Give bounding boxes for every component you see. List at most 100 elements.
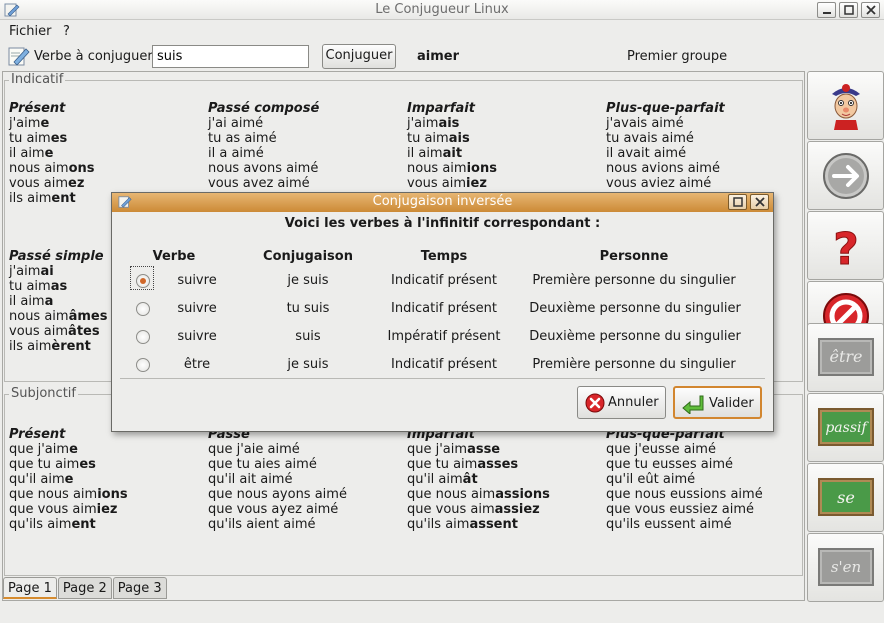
conj-line: nous aimâmes	[9, 309, 108, 324]
dialog-maximize-button[interactable]	[728, 194, 747, 210]
cancel-icon	[585, 393, 605, 413]
cell-personne: Deuxième personne du singulier	[529, 329, 741, 344]
conj-line: que tu eusses aimé	[606, 457, 734, 472]
column-header-personne: Personne	[599, 249, 669, 264]
dialog-close-button[interactable]	[750, 194, 769, 210]
etre-button[interactable]: être	[807, 323, 884, 392]
conj-line: vous aimâtes	[9, 324, 100, 339]
indicatif-imparfait: Imparfait j'aimais tu aimais il aimait n…	[407, 101, 497, 191]
cell-verbe: être	[183, 357, 211, 372]
conj-line: tu as aimé	[208, 131, 277, 146]
menu-fichier[interactable]: Fichier	[9, 24, 52, 39]
group-label: Premier groupe	[627, 49, 728, 64]
help-button[interactable]: ?	[807, 211, 884, 280]
chalkboard-passif-icon: passif	[818, 408, 874, 446]
dialog-title: Conjugaison inversée	[372, 194, 513, 209]
passif-button[interactable]: passif	[807, 393, 884, 462]
mascot-button[interactable]	[807, 71, 884, 140]
conj-line: nous aimions	[407, 161, 497, 176]
tense-title: Imparfait	[407, 101, 475, 116]
subjonctif-imparfait: Imparfait que j'aimasse que tu aimasses …	[407, 427, 550, 532]
conj-line: tu aimes	[9, 131, 68, 146]
tab-page-2[interactable]: Page 2	[57, 577, 112, 599]
cancel-button[interactable]: Annuler	[577, 386, 666, 419]
maximize-button[interactable]	[839, 2, 858, 18]
ok-button[interactable]: Valider	[673, 386, 762, 419]
cell-temps: Indicatif présent	[391, 301, 497, 316]
tense-title: Passé composé	[208, 101, 320, 116]
sen-button[interactable]: s'en	[807, 533, 884, 602]
tense-title: Présent	[9, 427, 66, 442]
conj-line: que j'aime	[9, 442, 78, 457]
tab-page-1[interactable]: Page 1	[3, 577, 57, 599]
row-radio-3[interactable]	[136, 330, 150, 344]
conj-line: que nous aimions	[9, 487, 128, 502]
tense-title: Présent	[9, 101, 66, 116]
conj-line: il aima	[9, 294, 54, 309]
conj-line: vous aimez	[9, 176, 85, 191]
conj-line: que tu aimes	[9, 457, 96, 472]
conj-line: qu'ils eussent aimé	[606, 517, 732, 532]
infinitive-label: aimer	[417, 49, 460, 64]
chalkboard-etre-icon: être	[818, 338, 874, 376]
cell-temps: Impératif présent	[387, 329, 501, 344]
enter-arrow-icon	[682, 395, 704, 414]
conj-line: qu'ils aient aimé	[208, 517, 316, 532]
conj-line: tu avais aimé	[606, 131, 694, 146]
conj-line: que nous ayons aimé	[208, 487, 347, 502]
subjonctif-title: Subjonctif	[9, 386, 78, 401]
conj-line: qu'il aimât	[407, 472, 478, 487]
menu-help[interactable]: ?	[63, 24, 70, 39]
verb-pen-icon	[8, 47, 30, 66]
conj-line: il aimait	[407, 146, 463, 161]
chalkboard-sen-icon: s'en	[818, 548, 874, 586]
mascot-icon	[832, 84, 860, 130]
conj-line: nous aimons	[9, 161, 95, 176]
indicatif-title: Indicatif	[9, 72, 66, 87]
conj-line: que vous aimiez	[9, 502, 118, 517]
conj-line: j'avais aimé	[606, 116, 684, 131]
minimize-button[interactable]	[817, 2, 836, 18]
window-titlebar[interactable]: Le Conjugueur Linux	[0, 0, 884, 20]
next-button[interactable]	[807, 141, 884, 210]
verb-input[interactable]	[152, 45, 309, 68]
indicatif-plus-que-parfait: Plus-que-parfait j'avais aimé tu avais a…	[606, 101, 725, 191]
minimize-icon	[823, 12, 831, 14]
conj-line: que j'eusse aimé	[606, 442, 716, 457]
tense-title: Passé simple	[9, 249, 104, 264]
ok-label: Valider	[709, 396, 754, 411]
subjonctif-passe: Passé que j'aie aimé que tu aies aimé qu…	[208, 427, 347, 532]
cell-temps: Indicatif présent	[391, 273, 497, 288]
conj-line: j'ai aimé	[208, 116, 264, 131]
conj-line: nous avons aimé	[208, 161, 319, 176]
chalk-label-se: se	[837, 488, 855, 507]
dialog-heading: Voici les verbes à l'infinitif correspon…	[284, 216, 601, 231]
conj-line: que vous aimassiez	[407, 502, 540, 517]
se-button[interactable]: se	[807, 463, 884, 532]
close-button[interactable]	[861, 2, 880, 18]
column-header-verbe: Verbe	[152, 249, 196, 264]
conj-line: que nous eussions aimé	[606, 487, 763, 502]
conj-line: que vous eussiez aimé	[606, 502, 755, 517]
conj-line: j'aimai	[9, 264, 54, 279]
arrow-right-icon	[823, 153, 869, 199]
subjonctif-plus-que-parfait: Plus-que-parfait que j'eusse aimé que tu…	[606, 427, 763, 532]
window-title: Le Conjugueur Linux	[375, 2, 509, 17]
reverse-conjugation-dialog: Conjugaison inversée Voici les verbes à …	[111, 192, 774, 432]
row-radio-4[interactable]	[136, 358, 150, 372]
cell-personne: Première personne du singulier	[532, 357, 736, 372]
conj-line: vous aimiez	[407, 176, 487, 191]
conjugate-button[interactable]: Conjuguer	[322, 44, 396, 69]
row-radio-1[interactable]	[136, 274, 150, 288]
conj-line: il a aimé	[208, 146, 264, 161]
subjonctif-present: Présent que j'aime que tu aimes qu'il ai…	[9, 427, 128, 532]
dialog-titlebar[interactable]: Conjugaison inversée	[112, 193, 773, 212]
conj-line: il avait aimé	[606, 146, 687, 161]
conj-line: tu aimais	[407, 131, 470, 146]
column-header-conjugaison: Conjugaison	[263, 249, 353, 264]
tab-page-3[interactable]: Page 3	[112, 577, 167, 599]
svg-text:?: ?	[833, 224, 859, 272]
row-radio-2[interactable]	[136, 302, 150, 316]
chalkboard-se-icon: se	[818, 478, 874, 516]
conj-line: qu'il eût aimé	[606, 472, 696, 487]
